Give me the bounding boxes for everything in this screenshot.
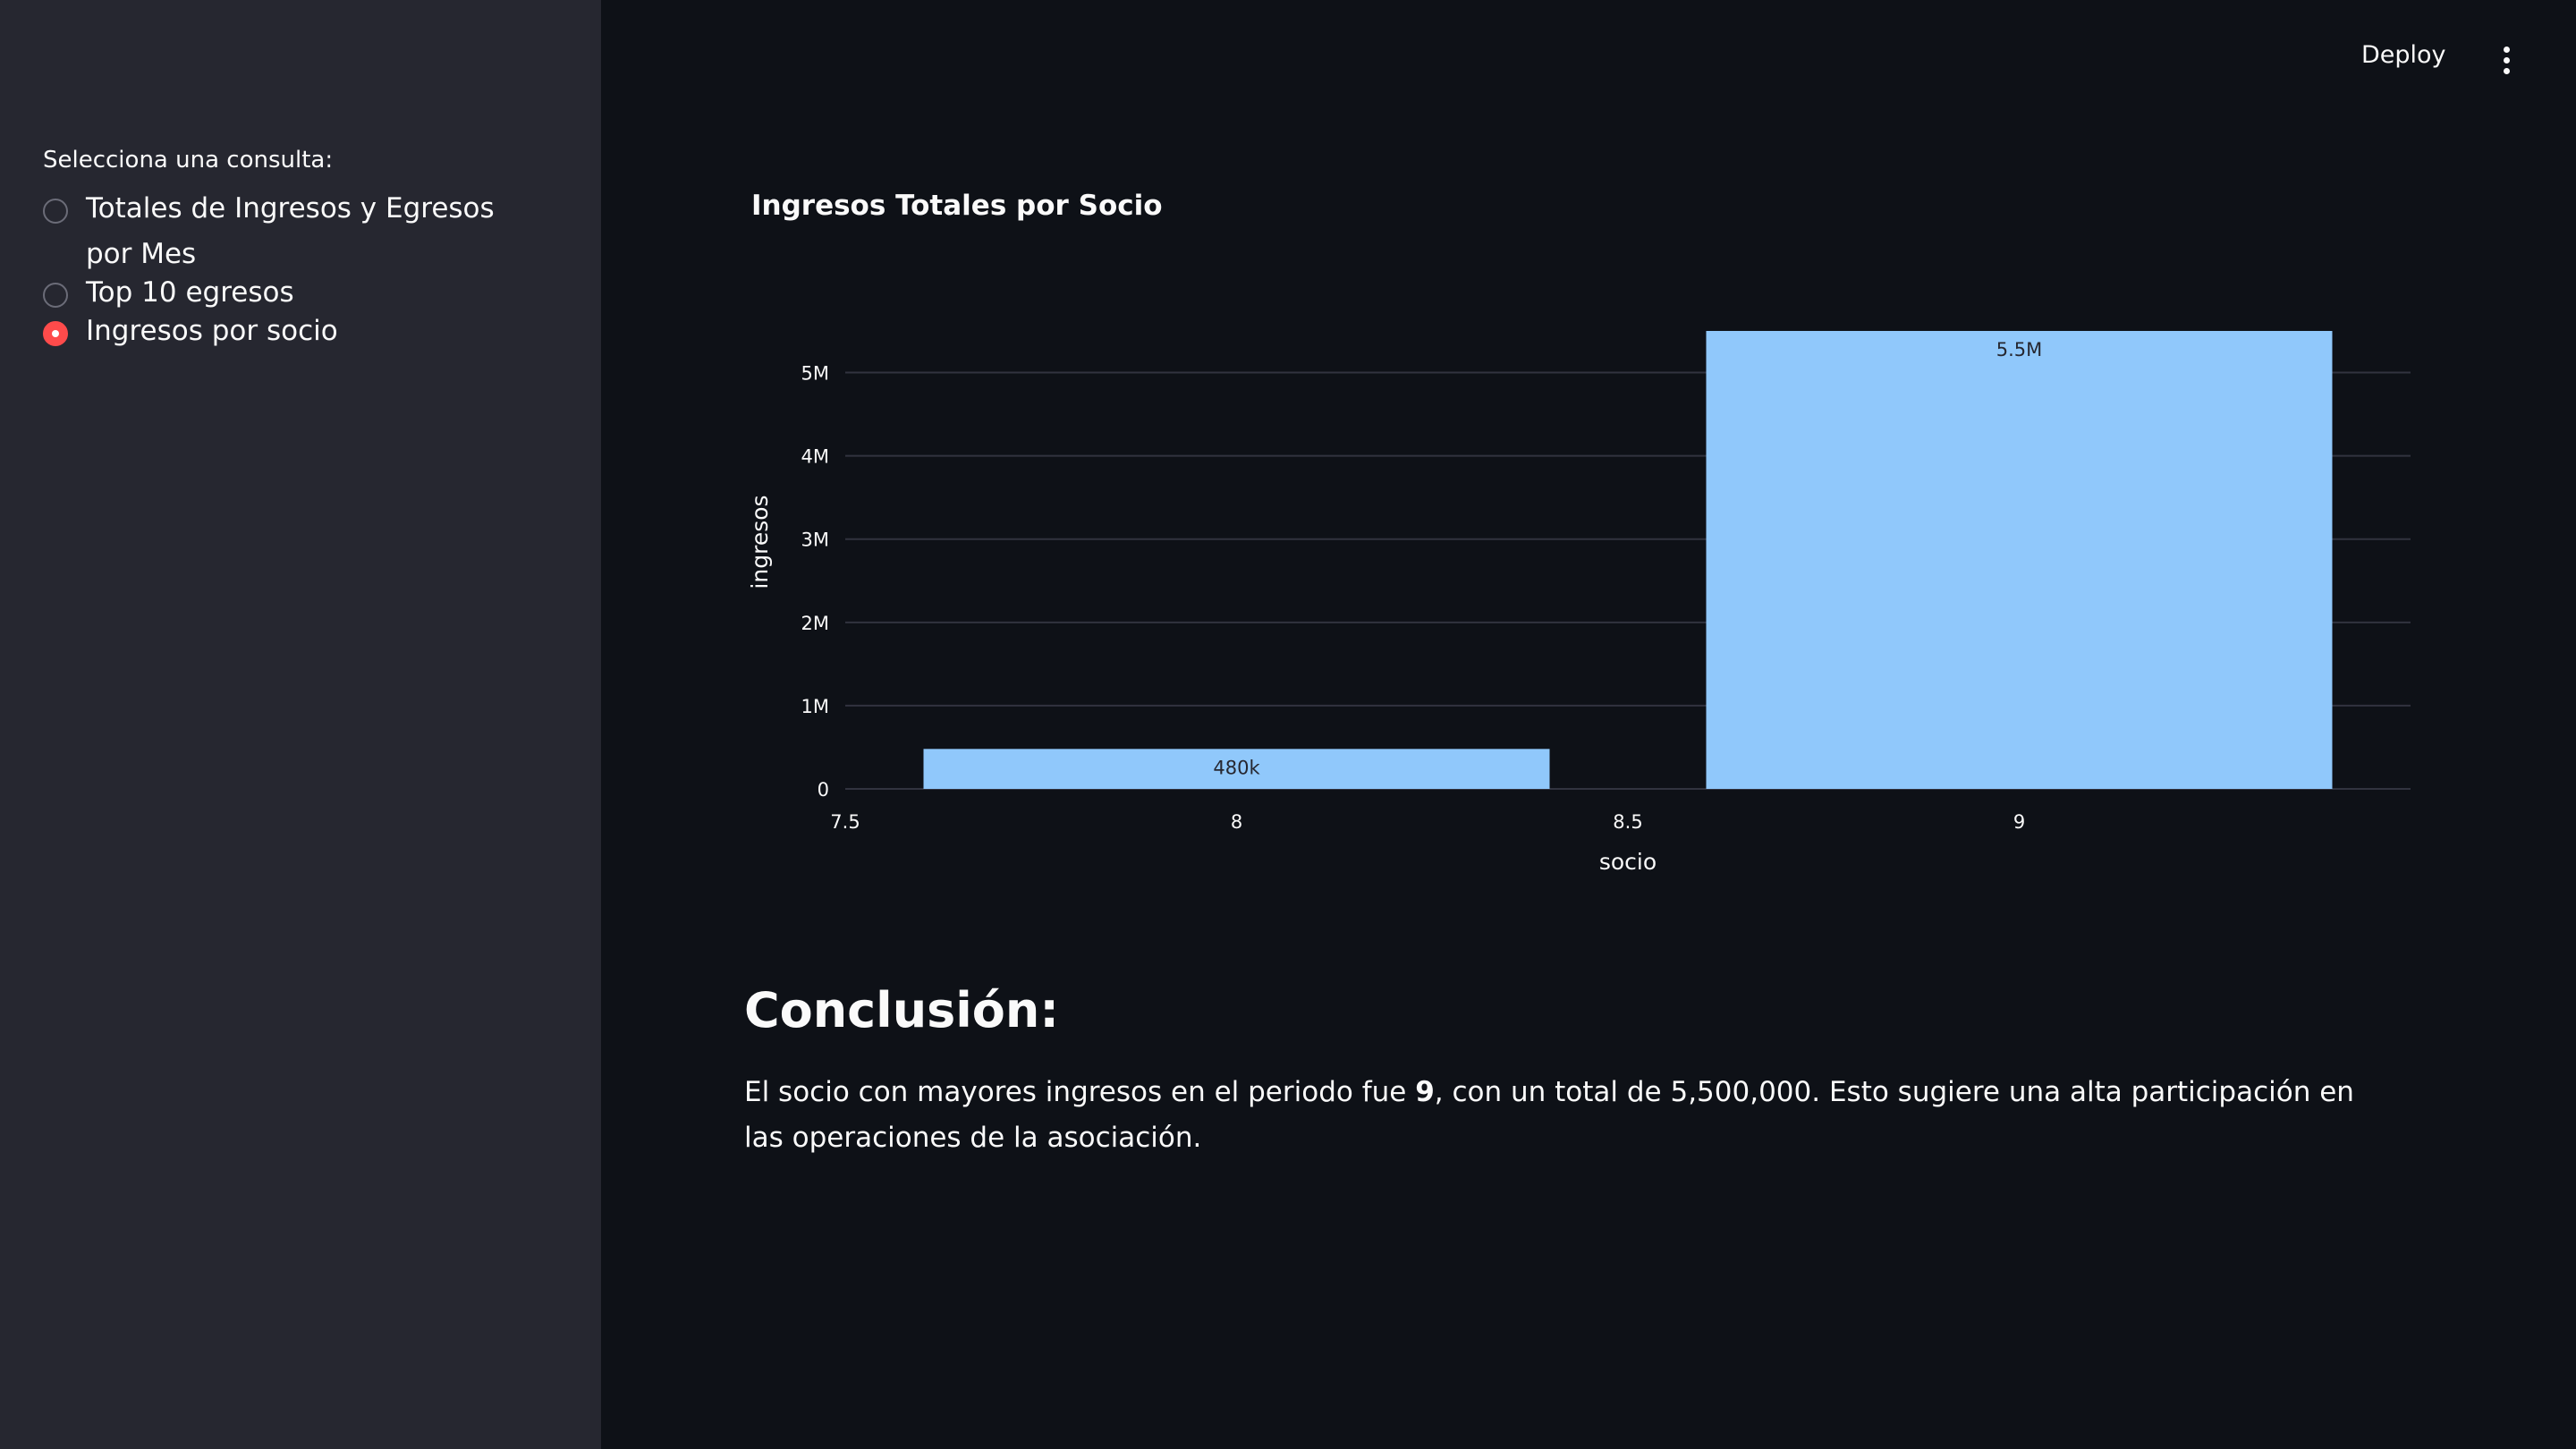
x-tick-label: 8 bbox=[1231, 811, 1242, 833]
query-radio-group: Totales de Ingresos y Egresos por Mes To… bbox=[43, 192, 526, 354]
y-tick-label: 0 bbox=[818, 779, 829, 801]
y-tick-label: 4M bbox=[801, 446, 829, 468]
y-tick-label: 5M bbox=[801, 363, 829, 385]
radio-selected-icon[interactable] bbox=[43, 321, 68, 346]
chart-title: Ingresos Totales por Socio bbox=[751, 190, 1163, 222]
radio-unselected-icon[interactable] bbox=[43, 283, 68, 308]
x-tick-label: 9 bbox=[2013, 811, 2025, 833]
conclusion-bold-value: 9 bbox=[1415, 1076, 1435, 1108]
radio-option-label: Ingresos por socio bbox=[86, 315, 338, 347]
x-tick-label: 8.5 bbox=[1613, 811, 1642, 833]
conclusion-text-before: El socio con mayores ingresos en el peri… bbox=[744, 1076, 1416, 1108]
bar-data-label: 480k bbox=[1213, 757, 1260, 778]
conclusion-text: El socio con mayores ingresos en el peri… bbox=[744, 1070, 2399, 1161]
y-tick-label: 2M bbox=[801, 613, 829, 634]
radio-option-label: Totales de Ingresos y Egresos por Mes bbox=[86, 192, 495, 270]
y-tick-label: 1M bbox=[801, 696, 829, 717]
sidebar: Selecciona una consulta: Totales de Ingr… bbox=[0, 0, 601, 1449]
bar bbox=[1706, 331, 2333, 789]
deploy-button[interactable]: Deploy bbox=[2361, 41, 2446, 69]
conclusion-heading: Conclusión: bbox=[744, 982, 1059, 1038]
radio-option-totales[interactable]: Totales de Ingresos y Egresos por Mes bbox=[43, 192, 526, 277]
bar-chart: 0 1M 2M 3M 4M 5M 480k 5.5M 7.5 8 8.5 9 socio ingresos bbox=[747, 331, 2411, 875]
more-vertical-icon[interactable] bbox=[2496, 45, 2517, 77]
y-tick-label: 3M bbox=[801, 530, 829, 551]
query-select-label: Selecciona una consulta: bbox=[43, 147, 334, 174]
radio-unselected-icon[interactable] bbox=[43, 199, 68, 224]
radio-option-ingresos-socio[interactable]: Ingresos por socio bbox=[43, 315, 526, 354]
x-axis-title: socio bbox=[1599, 849, 1657, 875]
x-tick-label: 7.5 bbox=[830, 811, 860, 833]
y-axis-title: ingresos bbox=[747, 495, 773, 589]
bar-data-label: 5.5M bbox=[1996, 339, 2043, 360]
app-root: Selecciona una consulta: Totales de Ingr… bbox=[0, 0, 2576, 1449]
